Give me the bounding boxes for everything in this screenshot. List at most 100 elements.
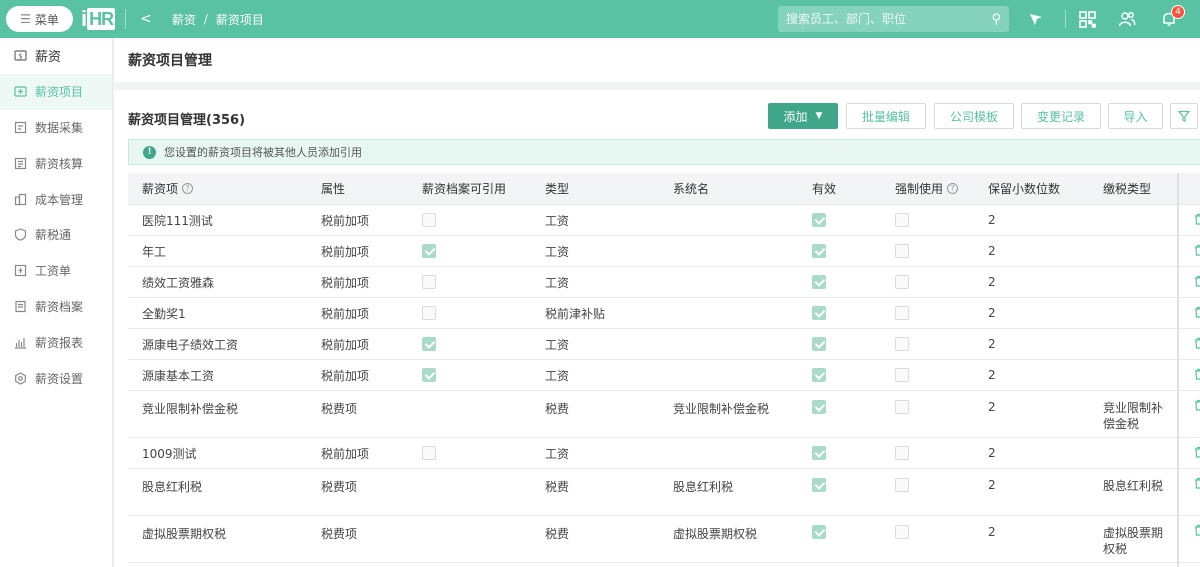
- sidebar-item-settings[interactable]: 薪资设置: [0, 360, 112, 396]
- cell-valid: [798, 298, 881, 328]
- sidebar-item-tax[interactable]: 薪税通: [0, 217, 112, 253]
- users-icon[interactable]: [1117, 9, 1137, 29]
- table-row[interactable]: 年工 税前加项 工资 2: [128, 236, 1200, 267]
- col-header-sysname: 系统名: [673, 182, 710, 196]
- force-checkbox[interactable]: [895, 400, 909, 414]
- trash-icon[interactable]: [1194, 337, 1200, 352]
- cell-decimals: 2: [988, 478, 996, 492]
- trash-icon[interactable]: [1194, 477, 1200, 492]
- force-checkbox[interactable]: [895, 446, 909, 460]
- help-icon[interactable]: ?: [182, 183, 194, 194]
- cell-item-name[interactable]: 虚拟股票期权税: [128, 516, 307, 562]
- valid-checkbox[interactable]: [812, 244, 826, 258]
- batch-edit-button[interactable]: 批量编辑: [846, 103, 926, 129]
- flag-icon[interactable]: [1026, 9, 1046, 29]
- trash-icon[interactable]: [1194, 368, 1200, 383]
- table-row[interactable]: 股息红利税 税费项 税费 股息红利税 2 股息红利税: [128, 469, 1200, 516]
- trash-icon[interactable]: [1194, 306, 1200, 321]
- ref-checkbox[interactable]: [422, 275, 436, 289]
- trash-icon[interactable]: [1194, 524, 1200, 539]
- valid-checkbox[interactable]: [812, 368, 826, 382]
- cell-item-name[interactable]: 绩效工资雅森: [128, 267, 307, 297]
- search-icon[interactable]: ⚲: [991, 12, 1001, 27]
- cell-item-name[interactable]: 年工: [128, 236, 307, 266]
- add-button-label: 添加: [783, 109, 808, 124]
- valid-checkbox[interactable]: [812, 213, 826, 227]
- cell-item-name[interactable]: 1009测试: [128, 438, 307, 468]
- table-row[interactable]: 医院111测试 税前加项 工资 2: [128, 205, 1200, 236]
- force-checkbox[interactable]: [895, 275, 909, 289]
- global-search: ⚲: [778, 6, 1009, 32]
- sidebar-item-salary[interactable]: $ 薪资: [0, 38, 112, 74]
- filter-button[interactable]: [1170, 103, 1198, 129]
- ref-checkbox[interactable]: [422, 368, 436, 382]
- force-checkbox[interactable]: [895, 306, 909, 320]
- sidebar-item-data-collect[interactable]: 数据采集: [0, 110, 112, 146]
- cell-type: 税费: [545, 527, 570, 541]
- trash-icon[interactable]: [1194, 244, 1200, 259]
- qrcode-icon[interactable]: [1077, 9, 1097, 29]
- valid-checkbox[interactable]: [812, 275, 826, 289]
- menu-button[interactable]: ☰ 菜单: [6, 6, 73, 32]
- table-row[interactable]: 竞业限制补偿金税 税费项 税费 竞业限制补偿金税 2 竞业限制补偿金税: [128, 391, 1200, 438]
- import-button[interactable]: 导入: [1108, 103, 1163, 129]
- ref-checkbox[interactable]: [422, 244, 436, 258]
- archive-icon: [13, 299, 27, 313]
- trash-icon[interactable]: [1194, 446, 1200, 461]
- valid-checkbox[interactable]: [812, 400, 826, 414]
- force-checkbox[interactable]: [895, 213, 909, 227]
- sidebar-item-payslip[interactable]: 工资单: [0, 253, 112, 289]
- breadcrumb-item-salary[interactable]: 薪资: [172, 11, 196, 28]
- table-row[interactable]: 源康电子绩效工资 税前加项 工资 2: [128, 329, 1200, 360]
- cell-attr: 税前加项: [321, 275, 370, 290]
- salary-icon: $: [13, 49, 27, 63]
- table-row[interactable]: 源康基本工资 税前加项 工资 2: [128, 360, 1200, 391]
- change-log-button[interactable]: 变更记录: [1021, 103, 1101, 129]
- table-row[interactable]: 1009测试 税前加项 工资 2: [128, 438, 1200, 469]
- cell-ref: [408, 298, 531, 328]
- cell-valid: [798, 516, 881, 562]
- sidebar-item-cost[interactable]: 成本管理: [0, 181, 112, 217]
- valid-checkbox[interactable]: [812, 337, 826, 351]
- cell-sysname: [659, 205, 798, 235]
- search-input[interactable]: [786, 12, 981, 26]
- cell-sysname: [659, 360, 798, 390]
- valid-checkbox[interactable]: [812, 306, 826, 320]
- sidebar-item-salary-items[interactable]: 薪资项目: [0, 73, 112, 110]
- force-checkbox[interactable]: [895, 478, 909, 492]
- cell-item-name[interactable]: 竞业限制补偿金税: [128, 391, 307, 437]
- force-checkbox[interactable]: [895, 337, 909, 351]
- sidebar-item-report[interactable]: 薪资报表: [0, 324, 112, 360]
- valid-checkbox[interactable]: [812, 525, 826, 539]
- force-checkbox[interactable]: [895, 368, 909, 382]
- cell-item-name[interactable]: 源康电子绩效工资: [128, 329, 307, 359]
- help-icon[interactable]: ?: [947, 183, 959, 194]
- calc-icon: [13, 156, 27, 170]
- add-button[interactable]: 添加 ▼: [768, 103, 838, 129]
- bell-icon[interactable]: 4: [1159, 5, 1185, 29]
- sidebar-item-calc[interactable]: 薪资核算: [0, 145, 112, 181]
- cell-type: 工资: [545, 213, 570, 228]
- valid-checkbox[interactable]: [812, 478, 826, 492]
- ref-checkbox[interactable]: [422, 213, 436, 227]
- table-row[interactable]: 虚拟股票期权税 税费项 税费 虚拟股票期权税 2 虚拟股票期权税: [128, 516, 1200, 563]
- cell-item-name[interactable]: 全勤奖1: [128, 298, 307, 328]
- table-row[interactable]: 全勤奖1 税前加项 税前津补贴 2: [128, 298, 1200, 329]
- valid-checkbox[interactable]: [812, 446, 826, 460]
- table-row[interactable]: 绩效工资雅森 税前加项 工资 2: [128, 267, 1200, 298]
- trash-icon[interactable]: [1194, 275, 1200, 290]
- trash-icon[interactable]: [1194, 213, 1200, 228]
- ref-checkbox[interactable]: [422, 306, 436, 320]
- page-title: 薪资项目管理: [114, 38, 1200, 82]
- back-icon[interactable]: <: [140, 11, 152, 27]
- ref-checkbox[interactable]: [422, 337, 436, 351]
- force-checkbox[interactable]: [895, 244, 909, 258]
- trash-icon[interactable]: [1194, 399, 1200, 414]
- cell-item-name[interactable]: 股息红利税: [128, 469, 307, 515]
- company-template-button[interactable]: 公司模板: [934, 103, 1014, 129]
- force-checkbox[interactable]: [895, 525, 909, 539]
- cell-item-name[interactable]: 源康基本工资: [128, 360, 307, 390]
- ref-checkbox[interactable]: [422, 446, 436, 460]
- cell-item-name[interactable]: 医院111测试: [128, 205, 307, 235]
- sidebar-item-archive[interactable]: 薪资档案: [0, 289, 112, 325]
